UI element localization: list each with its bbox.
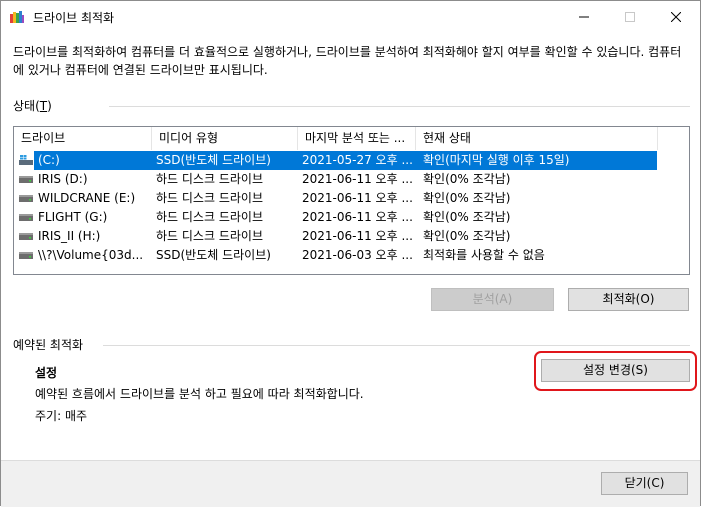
description-text: 드라이브를 최적화하여 컴퓨터를 더 효율적으로 실행하거나, 드라이브를 분석… [13,45,682,77]
change-settings-button[interactable]: 설정 변경(S) [541,359,690,382]
drive-row[interactable]: (C:) SSD(반도체 드라이브) 2021-05-27 오후 ... 확인(마지막… [14,151,689,170]
last-analyzed: 2021-06-11 오후 ... [302,172,413,186]
frequency-text: 주기: 매주 [35,409,88,423]
current-status: 확인(0% 조각남) [423,191,511,205]
drive-row[interactable]: IRIS (D:) 하드 디스크 드라이브 2021-06-11 오후 ... 확인(… [14,170,689,189]
drive-name: \\?\Volume{03d... [38,248,144,262]
current-status: 확인(마지막 실행 이후 15일) [423,153,570,167]
media-type: 하드 디스크 드라이브 [156,172,263,186]
drive-name: FLIGHT (G:) [38,210,108,224]
current-status: 확인(0% 조각남) [423,172,511,186]
hard-drive-icon [19,176,33,183]
drive-row[interactable]: WILDCRANE (E:) 하드 디스크 드라이브 2021-06-11 오후 .… [14,189,689,208]
analyze-button[interactable]: 분석(A) [431,288,554,311]
hard-drive-icon [19,195,33,202]
title-bar: 드라이브 최적화 [1,1,700,32]
drive-name: IRIS (D:) [38,172,88,186]
status-section-label: 상태(T) [13,99,52,113]
drive-name: IRIS_II (H:) [38,229,101,243]
maximize-button[interactable] [607,1,653,32]
media-type: SSD(반도체 드라이브) [156,248,271,262]
drive-row[interactable]: \\?\Volume{03d... SSD(반도체 드라이브) 2021-06-03… [14,246,689,265]
list-header: 드라이브 미디어 유형 마지막 분석 또는 ... 현재 상태 [14,127,689,150]
optimize-drives-window: 드라이브 최적화 드라이브를 최적화하여 컴퓨터를 더 효율적으로 실행하거나,… [0,0,701,507]
media-type: SSD(반도체 드라이브) [156,153,271,167]
status-divider [109,106,690,107]
column-drive[interactable]: 드라이브 [14,127,152,150]
last-analyzed: 2021-06-11 오후 ... [302,191,413,205]
current-status: 최적화를 사용할 수 없음 [423,248,545,262]
scheduled-divider [103,345,690,346]
footer-bar [1,460,700,507]
optimize-button[interactable]: 최적화(O) [568,288,689,311]
drive-name: (C:) [38,153,60,167]
current-status: 확인(0% 조각남) [423,210,511,224]
column-current-status[interactable]: 현재 상태 [416,127,658,150]
drive-name: WILDCRANE (E:) [38,191,136,205]
window-title: 드라이브 최적화 [33,11,115,25]
windows-drive-icon [19,155,33,165]
column-media-type[interactable]: 미디어 유형 [152,127,298,150]
scheduled-section-label: 예약된 최적화 [13,338,84,352]
drive-list[interactable]: 드라이브 미디어 유형 마지막 분석 또는 ... 현재 상태 (C:) SSD(… [13,126,690,275]
drive-row[interactable]: FLIGHT (G:) 하드 디스크 드라이브 2021-06-11 오후 ... 확… [14,208,689,227]
hard-drive-icon [19,233,33,240]
minimize-button[interactable] [561,1,607,32]
last-analyzed: 2021-05-27 오후 ... [302,153,413,167]
media-type: 하드 디스크 드라이브 [156,229,263,243]
maximize-icon [625,11,635,22]
current-status: 확인(0% 조각남) [423,229,511,243]
media-type: 하드 디스크 드라이브 [156,191,263,205]
last-analyzed: 2021-06-11 오후 ... [302,210,413,224]
hard-drive-icon [19,252,33,259]
defrag-app-icon [10,11,24,23]
close-button[interactable]: 닫기(C) [601,472,688,495]
settings-description: 예약된 흐름에서 드라이브를 분석 하고 필요에 따라 최적화합니다. [35,387,364,401]
settings-heading: 설정 [35,366,58,380]
close-icon [671,11,681,22]
hard-drive-icon [19,214,33,221]
media-type: 하드 디스크 드라이브 [156,210,263,224]
last-analyzed: 2021-06-11 오후 ... [302,229,413,243]
minimize-icon [579,16,589,17]
close-window-button[interactable] [653,1,699,32]
last-analyzed: 2021-06-03 오후 ... [302,248,413,262]
drive-row[interactable]: IRIS_II (H:) 하드 디스크 드라이브 2021-06-11 오후 ...… [14,227,689,246]
column-last-analyzed[interactable]: 마지막 분석 또는 ... [298,127,416,150]
